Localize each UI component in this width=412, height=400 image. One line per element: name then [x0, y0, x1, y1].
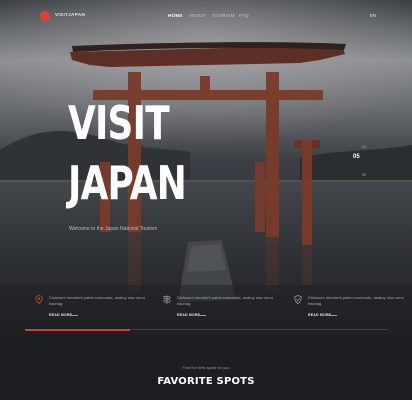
read-more-line [69, 314, 78, 316]
hero-section: VISITJAPAN HOME ABOUT TOURISM FAQ EN VIS… [0, 0, 412, 335]
top-navigation: VISITJAPAN HOME ABOUT TOURISM FAQ EN [0, 9, 412, 25]
feature-card: Dictusum hendrerit pabet commodo, anatoy… [35, 295, 145, 325]
read-more-line [197, 314, 206, 316]
shield-icon [294, 295, 302, 304]
feature-text: Dictusum hendrerit pabet commodo, anatoy… [177, 295, 274, 306]
read-more-line [328, 314, 337, 316]
feature-card: Dictusum hendrerit pabet commodo, anatoy… [163, 295, 273, 325]
feature-text: Dictusum hendrerit pabet commodo, anatoy… [49, 295, 146, 306]
map-pin-icon [35, 295, 43, 304]
logo-mark[interactable] [40, 11, 50, 21]
language-selector[interactable]: EN [370, 13, 376, 18]
slide-current-number: 05 [353, 154, 360, 160]
slider-progress-fill [25, 328, 131, 331]
logo-text[interactable]: VISITJAPAN [55, 12, 85, 17]
hero-title-line-2: JAPAN [68, 156, 187, 210]
nav-item-faq[interactable]: FAQ [239, 13, 249, 18]
hero-subtitle: Welcome to the Japan National Tourism [69, 226, 158, 232]
feature-card: Dictusum hendrerit pabet commodo, anatoy… [294, 295, 404, 325]
slide-prev-number[interactable]: 04 [362, 145, 366, 149]
section-subtitle: Find the best spots for you [182, 365, 230, 370]
slider-progress-track [25, 328, 388, 331]
hero-title-line-1: VISIT [68, 96, 170, 150]
section-title: FAVORITE SPOTS [157, 376, 255, 387]
slide-next-number[interactable]: 06 [362, 173, 366, 177]
nav-item-home[interactable]: HOME [168, 13, 183, 18]
feature-text: Dictusum hendrerit pabet commodo, anatoy… [308, 295, 405, 306]
nav-item-tourism[interactable]: TOURISM [212, 13, 235, 18]
nav-item-about[interactable]: ABOUT [189, 13, 206, 18]
signpost-icon [163, 295, 171, 304]
